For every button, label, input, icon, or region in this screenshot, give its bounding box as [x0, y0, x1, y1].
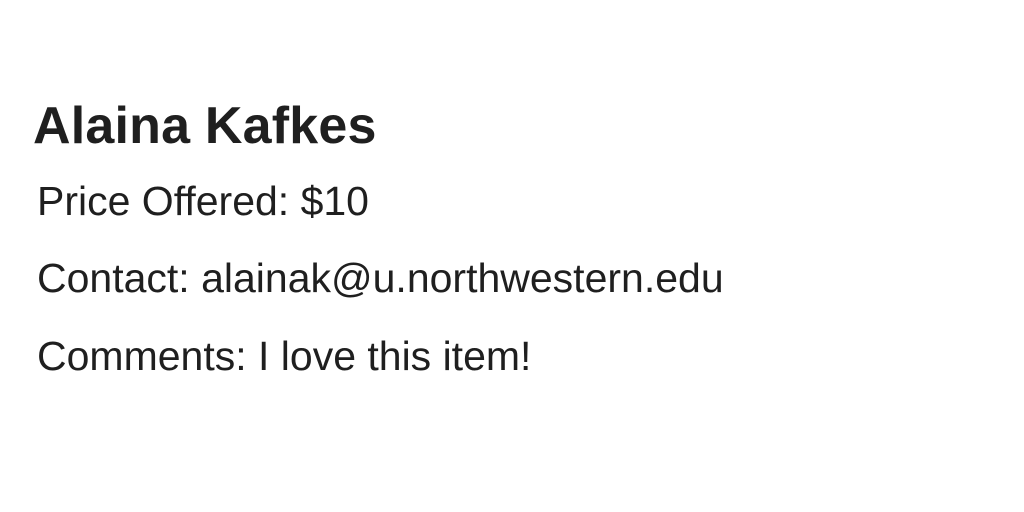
bidder-name: Alaina Kafkes [33, 97, 377, 155]
bid-card: Alaina Kafkes Price Offered: $10 Contact… [0, 0, 1024, 512]
contact-email: Contact: alainak@u.northwestern.edu [37, 255, 724, 301]
bid-comments: Comments: I love this item! [37, 333, 532, 379]
price-offered: Price Offered: $10 [37, 178, 369, 224]
